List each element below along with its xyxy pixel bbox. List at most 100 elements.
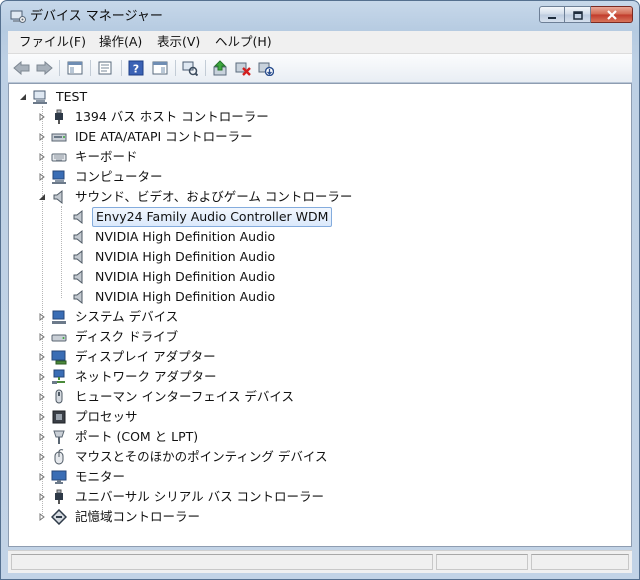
expand-arrow-icon[interactable] — [37, 392, 47, 402]
speaker-icon — [51, 189, 67, 205]
properties-button[interactable] — [95, 59, 115, 77]
maximize-button[interactable] — [565, 6, 591, 23]
display-adapter-icon — [51, 349, 67, 365]
show-hide-console-tree-icon — [67, 61, 83, 75]
tree-device-label: Envy24 Family Audio Controller WDM — [92, 207, 333, 227]
expand-arrow-icon[interactable] — [37, 452, 47, 462]
expand-arrow-icon[interactable] — [37, 112, 47, 122]
close-button[interactable] — [591, 6, 633, 23]
disable-device-icon — [258, 62, 274, 76]
tree-root[interactable]: TEST — [18, 87, 90, 107]
uninstall-icon — [235, 62, 251, 76]
device-manager-window: デバイス マネージャー ファイル(F) 操作(A) 表示(V) ヘルプ(H) ?… — [0, 0, 640, 580]
tree-category-ports[interactable]: ポート (COM と LPT) — [37, 427, 201, 447]
update-driver-icon — [213, 60, 227, 76]
hid-icon — [51, 389, 67, 405]
network-adapter-icon — [51, 369, 67, 385]
window-title: デバイス マネージャー — [30, 9, 163, 24]
tree-category-label: ディスク ドライブ — [75, 329, 179, 344]
tree-category-sound[interactable]: サウンド、ビデオ、およびゲーム コントローラー — [37, 187, 355, 207]
close-icon — [606, 5, 618, 24]
tree-category-system-devices[interactable]: システム デバイス — [37, 307, 181, 327]
scan-hardware-button[interactable] — [180, 59, 200, 77]
expand-arrow-icon[interactable] — [37, 312, 47, 322]
expand-arrow-icon[interactable] — [37, 332, 47, 342]
tree-category-usb[interactable]: ユニバーサル シリアル バス コントローラー — [37, 487, 327, 507]
expand-arrow-icon[interactable] — [37, 152, 47, 162]
port-icon — [51, 429, 67, 445]
expand-arrow-icon[interactable] — [37, 512, 47, 522]
tree-category-processors[interactable]: プロセッサ — [37, 407, 141, 427]
status-pane-main — [11, 554, 433, 570]
tree-category-label: ディスプレイ アダプター — [75, 349, 216, 364]
mouse-icon — [51, 449, 67, 465]
minimize-button[interactable] — [539, 6, 565, 23]
tree-category-display-adapters[interactable]: ディスプレイ アダプター — [37, 347, 219, 367]
tree-category-ide[interactable]: IDE ATA/ATAPI コントローラー — [37, 127, 256, 147]
tree-device-nvidia-audio[interactable]: NVIDIA High Definition Audio — [71, 287, 278, 307]
status-pane-secondary — [436, 554, 528, 570]
update-driver-button[interactable] — [210, 59, 230, 77]
tree-category-label: ポート (COM と LPT) — [75, 429, 199, 444]
expand-arrow-icon[interactable] — [37, 172, 47, 182]
computer-icon — [51, 169, 67, 185]
tree-category-storage-controllers[interactable]: 記憶域コントローラー — [37, 507, 203, 527]
maximize-icon — [572, 5, 583, 24]
tree-category-monitors[interactable]: モニター — [37, 467, 128, 487]
tree-root-label: TEST — [56, 89, 88, 104]
tree-category-hid[interactable]: ヒューマン インターフェイス デバイス — [37, 387, 297, 407]
menu-help[interactable]: ヘルプ(H) — [215, 34, 272, 50]
tree-category-mice[interactable]: マウスとそのほかのポインティング デバイス — [37, 447, 330, 467]
help-button[interactable]: ? — [126, 59, 146, 77]
disable-device-button[interactable] — [256, 59, 276, 77]
toolbar: ? — [8, 54, 632, 83]
menu-view[interactable]: 表示(V) — [157, 34, 200, 50]
expand-arrow-icon[interactable] — [37, 412, 47, 422]
tree-device-nvidia-audio[interactable]: NVIDIA High Definition Audio — [71, 247, 278, 267]
tree-category-label: キーボード — [75, 149, 138, 164]
tree-device-envy24[interactable]: Envy24 Family Audio Controller WDM — [71, 207, 333, 227]
tree-category-label: サウンド、ビデオ、およびゲーム コントローラー — [75, 189, 353, 204]
tree-category-label: コンピューター — [75, 169, 163, 184]
action-pane-button[interactable] — [150, 59, 170, 77]
speaker-icon — [71, 289, 87, 305]
ide-controller-icon — [51, 129, 67, 145]
menu-action[interactable]: 操作(A) — [99, 34, 142, 50]
computer-icon — [32, 89, 48, 105]
tree-category-label: IDE ATA/ATAPI コントローラー — [75, 129, 253, 144]
processor-icon — [51, 409, 67, 425]
tree-category-1394[interactable]: 1394 バス ホスト コントローラー — [37, 107, 272, 127]
uninstall-button[interactable] — [233, 59, 253, 77]
usb-plug-icon — [51, 489, 67, 505]
expand-arrow-icon[interactable] — [37, 352, 47, 362]
expand-arrow-icon[interactable] — [37, 132, 47, 142]
menu-file[interactable]: ファイル(F) — [19, 34, 86, 50]
expand-arrow-icon[interactable] — [37, 432, 47, 442]
tree-device-label: NVIDIA High Definition Audio — [95, 289, 276, 304]
monitor-icon — [51, 469, 67, 485]
tree-category-label: プロセッサ — [75, 409, 138, 424]
tree-category-disk-drives[interactable]: ディスク ドライブ — [37, 327, 181, 347]
usb-plug-icon — [51, 109, 67, 125]
tree-device-nvidia-audio[interactable]: NVIDIA High Definition Audio — [71, 227, 278, 247]
speaker-icon — [71, 269, 87, 285]
tree-device-nvidia-audio[interactable]: NVIDIA High Definition Audio — [71, 267, 278, 287]
expand-arrow-icon[interactable] — [37, 492, 47, 502]
tree-category-computer[interactable]: コンピューター — [37, 167, 166, 187]
status-bar — [8, 550, 632, 573]
tree-device-label: NVIDIA High Definition Audio — [95, 269, 276, 284]
tree-category-keyboard[interactable]: キーボード — [37, 147, 141, 167]
title-bar[interactable]: デバイス マネージャー — [1, 1, 639, 31]
expand-arrow-icon[interactable] — [37, 472, 47, 482]
collapse-arrow-icon[interactable] — [37, 192, 47, 202]
device-tree-pane[interactable]: TEST 1394 バス ホスト コントローラー IDE ATA/ATAPI コ… — [8, 83, 632, 547]
back-icon — [13, 61, 30, 75]
show-hide-console-tree-button[interactable] — [65, 59, 85, 77]
tree-category-network-adapters[interactable]: ネットワーク アダプター — [37, 367, 219, 387]
forward-button[interactable] — [34, 59, 54, 77]
speaker-icon — [71, 209, 87, 225]
speaker-icon — [71, 229, 87, 245]
expand-arrow-icon[interactable] — [37, 372, 47, 382]
back-button[interactable] — [12, 59, 32, 77]
collapse-arrow-icon[interactable] — [18, 92, 28, 102]
